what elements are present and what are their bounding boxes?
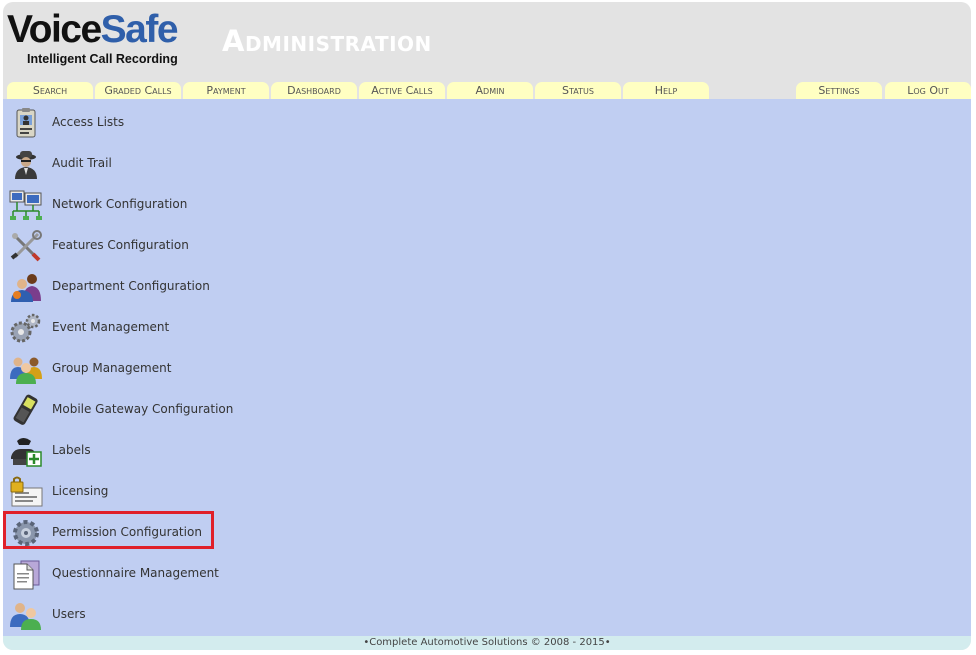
menu-item-licensing[interactable]: Licensing <box>9 474 269 510</box>
tab-help[interactable]: Help <box>623 82 709 99</box>
menu-item-questionnaire-management[interactable]: Questionnaire Management <box>9 556 269 592</box>
phone-label-icon <box>11 438 42 467</box>
menu-item-permission-configuration[interactable]: Permission Configuration <box>9 515 269 551</box>
tab-log-out[interactable]: Log Out <box>885 82 971 99</box>
menu-item-labels[interactable]: Labels <box>9 433 269 469</box>
menu-item-audit-trail[interactable]: Audit Trail <box>9 146 269 182</box>
gears-icon <box>10 313 41 343</box>
menu-item-mobile-gateway-configuration[interactable]: Mobile Gateway Configuration <box>9 392 269 428</box>
tools-icon <box>10 230 42 262</box>
permission-gear-icon <box>13 520 39 546</box>
header: VoiceSafe Intelligent Call Recording Adm… <box>3 2 971 82</box>
menu-item-label: Features Configuration <box>52 238 189 252</box>
menu-item-label: Users <box>52 607 86 621</box>
admin-content: Access Lists Audit Trail Network Configu… <box>3 99 971 636</box>
menu-item-users[interactable]: Users <box>9 597 269 633</box>
menu-item-label: Questionnaire Management <box>52 566 219 580</box>
logo-safe-text: Safe <box>100 8 179 51</box>
document-icon <box>13 560 40 590</box>
tab-admin[interactable]: Admin <box>447 82 533 99</box>
menu-item-label: Group Management <box>52 361 172 375</box>
logo-voice-text: Voice <box>7 8 102 51</box>
tab-search[interactable]: Search <box>7 82 93 99</box>
menu-item-label: Licensing <box>52 484 109 498</box>
menu-item-label: Permission Configuration <box>52 525 202 539</box>
department-people-icon <box>11 274 41 302</box>
spy-icon <box>15 151 37 179</box>
id-badge-icon <box>16 108 36 138</box>
tab-settings[interactable]: Settings <box>796 82 882 99</box>
tab-status[interactable]: Status <box>535 82 621 99</box>
menu-item-access-lists[interactable]: Access Lists <box>9 105 269 141</box>
menu-item-features-configuration[interactable]: Features Configuration <box>9 228 269 264</box>
menu-item-network-configuration[interactable]: Network Configuration <box>9 187 269 223</box>
menu-item-department-configuration[interactable]: Department Configuration <box>9 269 269 305</box>
menu-item-event-management[interactable]: Event Management <box>9 310 269 346</box>
logo-wordmark: VoiceSafe <box>7 8 179 51</box>
menu-item-label: Mobile Gateway Configuration <box>52 402 234 416</box>
menu-item-group-management[interactable]: Group Management <box>9 351 269 387</box>
footer-copyright: •Complete Automotive Solutions © 2008 - … <box>3 636 971 650</box>
tab-payment[interactable]: Payment <box>183 82 269 99</box>
tab-dashboard[interactable]: Dashboard <box>271 82 357 99</box>
page-title: Administration <box>222 24 432 58</box>
menu-item-label: Department Configuration <box>52 279 210 293</box>
logo-tagline: Intelligent Call Recording <box>27 52 178 66</box>
menu-item-label: Access Lists <box>52 115 125 129</box>
mobile-phone-icon <box>13 394 38 425</box>
group-people-icon <box>10 357 42 384</box>
license-certificate-icon <box>10 476 43 507</box>
menu-item-label: Event Management <box>52 320 170 334</box>
app-frame: VoiceSafe Intelligent Call Recording Adm… <box>3 2 971 650</box>
users-icon <box>10 603 41 630</box>
nav-tabs: Search Graded Calls Payment Dashboard Ac… <box>3 82 971 99</box>
tab-active-calls[interactable]: Active Calls <box>359 82 445 99</box>
menu-item-label: Labels <box>52 443 91 457</box>
network-computers-icon <box>9 190 42 220</box>
tab-graded-calls[interactable]: Graded Calls <box>95 82 181 99</box>
menu-item-label: Audit Trail <box>52 156 112 170</box>
voicesafe-logo: VoiceSafe Intelligent Call Recording <box>7 8 179 67</box>
menu-item-label: Network Configuration <box>52 197 188 211</box>
